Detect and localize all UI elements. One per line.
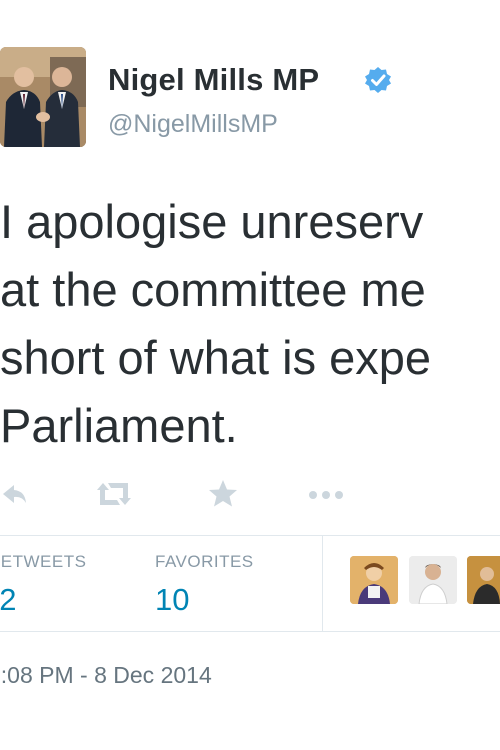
tweet-text: I apologise unreserv at the committee me… [0,188,500,460]
tweet-text-line: short of what is expe [0,331,432,384]
user-avatar[interactable] [409,556,457,604]
tweet-text-line: Parliament. [0,399,238,452]
divider [0,535,500,536]
avatar-photo-icon [0,47,86,147]
tweet-card: Nigel Mills MP @NigelMillsMP I apologise… [0,0,500,750]
reply-button[interactable] [0,476,30,512]
tweet-text-line: at the committee me [0,263,426,316]
more-dots-icon [309,491,343,499]
avatar-photo-icon [409,556,457,604]
avatar-illustration-icon [350,556,398,604]
retweet-button[interactable] [93,476,135,512]
stats-separator [322,536,323,631]
favorites-label: FAVORITES [155,552,254,571]
profile-avatar[interactable] [0,47,86,147]
tweet-actions [0,476,500,516]
tweet-text-line: I apologise unreserv [0,195,424,248]
retweet-icon [97,483,131,505]
verified-badge-icon [365,67,391,93]
avatar-photo-icon [467,556,500,604]
display-name[interactable]: Nigel Mills MP [108,62,319,98]
retweets-count[interactable]: 32 [0,582,16,618]
user-avatar[interactable] [350,556,398,604]
reply-icon [3,485,26,503]
divider [0,631,500,632]
favorites-count[interactable]: 10 [155,582,189,618]
favorite-button[interactable] [206,476,240,512]
retweets-label: RETWEETS [0,552,87,571]
user-avatar[interactable] [467,556,500,604]
tweet-timestamp[interactable]: 1:08 PM - 8 Dec 2014 [0,662,212,689]
user-handle[interactable]: @NigelMillsMP [108,110,278,139]
more-button[interactable] [306,476,348,512]
star-icon [209,480,237,507]
